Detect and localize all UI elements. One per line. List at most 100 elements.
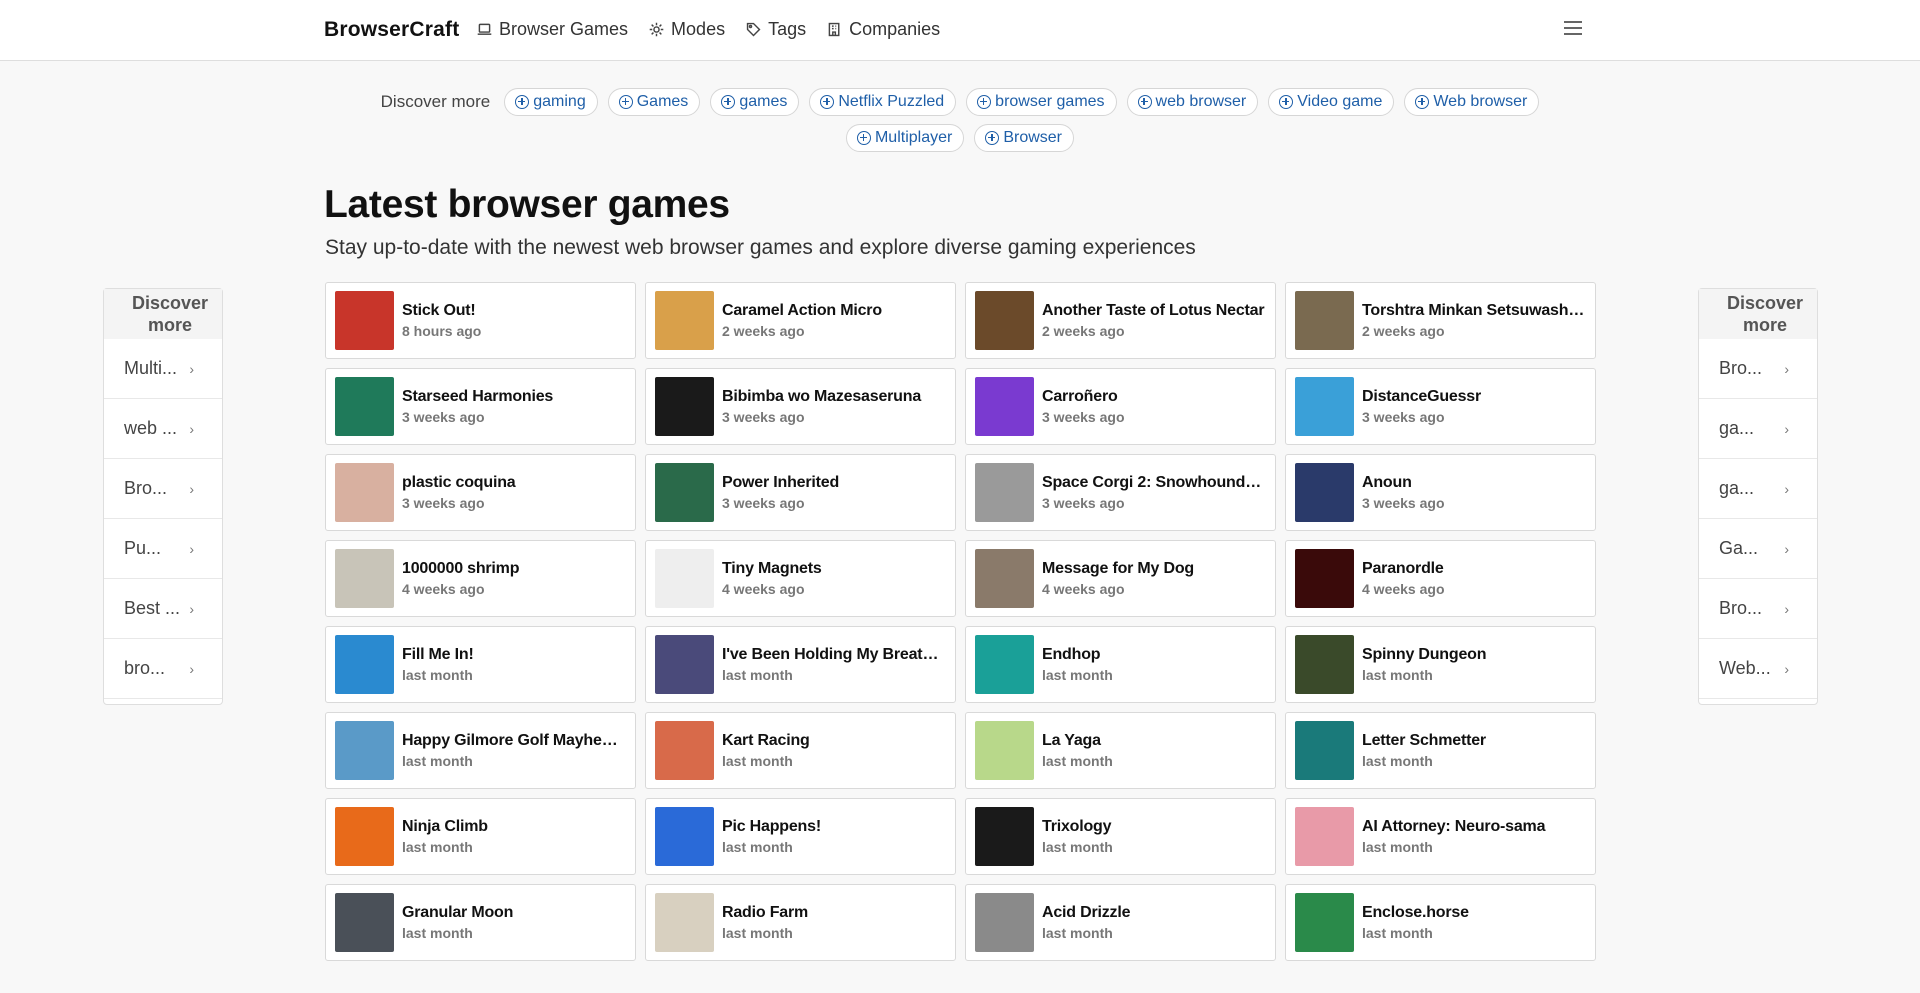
discover-chip[interactable]: web browser xyxy=(1126,88,1259,116)
game-thumbnail xyxy=(975,893,1034,952)
game-thumbnail xyxy=(1295,721,1354,780)
game-card[interactable]: Endhop last month xyxy=(965,626,1276,703)
game-info: Power Inherited 3 weeks ago xyxy=(722,474,955,511)
game-card[interactable]: Spinny Dungeon last month xyxy=(1285,626,1596,703)
discover-chip[interactable]: gaming xyxy=(504,88,598,116)
game-thumbnail xyxy=(655,291,714,350)
game-info: Letter Schmetter last month xyxy=(1362,732,1595,769)
game-thumbnail xyxy=(655,377,714,436)
game-title: plastic coquina xyxy=(402,474,516,491)
game-card[interactable]: Power Inherited 3 weeks ago xyxy=(645,454,956,531)
building-icon xyxy=(828,22,840,37)
brand-logo[interactable]: BrowserCraft xyxy=(324,18,459,42)
game-card[interactable]: Bibimba wo Mazesaseruna 3 weeks ago xyxy=(645,368,956,445)
chevron-right-icon: › xyxy=(1784,660,1789,677)
game-info: Carroñero 3 weeks ago xyxy=(1042,388,1275,425)
game-card[interactable]: Acid Drizzle last month xyxy=(965,884,1276,961)
game-title: Bibimba wo Mazesaseruna xyxy=(722,388,922,405)
discover-chip[interactable]: Video game xyxy=(1268,88,1395,116)
game-card[interactable]: Carroñero 3 weeks ago xyxy=(965,368,1276,445)
game-title: I've Been Holding My Breath S… xyxy=(722,646,945,663)
side-title: Discover more xyxy=(104,289,222,339)
game-time: last month xyxy=(722,925,793,941)
game-info: Acid Drizzle last month xyxy=(1042,904,1275,941)
game-title: Granular Moon xyxy=(402,904,514,921)
game-card[interactable]: Granular Moon last month xyxy=(325,884,636,961)
side-link[interactable]: Pu... › xyxy=(104,519,222,579)
side-discover-right: Discover more Bro... › ga... › ga... › Ga... › B… xyxy=(1698,288,1818,705)
game-card[interactable]: Caramel Action Micro 2 weeks ago xyxy=(645,282,956,359)
nav-tags[interactable]: Tags xyxy=(745,19,806,40)
chevron-right-icon: › xyxy=(189,360,194,377)
discover-chip[interactable]: Browser xyxy=(974,124,1075,152)
game-thumbnail xyxy=(655,807,714,866)
side-link[interactable]: Multi... › xyxy=(104,339,222,399)
game-time: last month xyxy=(1042,667,1113,683)
game-time: 2 weeks ago xyxy=(1042,323,1125,339)
side-link[interactable]: web ... › xyxy=(104,399,222,459)
hamburger-menu-icon[interactable] xyxy=(1564,21,1582,39)
game-card[interactable]: Paranordle 4 weeks ago xyxy=(1285,540,1596,617)
game-info: Starseed Harmonies 3 weeks ago xyxy=(402,388,635,425)
game-card[interactable]: Enclose.horse last month xyxy=(1285,884,1596,961)
side-link[interactable]: bro... › xyxy=(104,639,222,699)
game-card[interactable]: La Yaga last month xyxy=(965,712,1276,789)
game-card[interactable]: Ninja Climb last month xyxy=(325,798,636,875)
side-link[interactable]: Bro... › xyxy=(1699,339,1817,399)
game-card[interactable]: Happy Gilmore Golf Mayhem ‘… last month xyxy=(325,712,636,789)
game-card[interactable]: Radio Farm last month xyxy=(645,884,956,961)
discover-chip[interactable]: games xyxy=(710,88,800,116)
game-card[interactable]: Message for My Dog 4 weeks ago xyxy=(965,540,1276,617)
game-card[interactable]: plastic coquina 3 weeks ago xyxy=(325,454,636,531)
game-title: AI Attorney: Neuro-sama xyxy=(1362,818,1546,835)
chip-label: Multiplayer xyxy=(874,129,953,146)
game-thumbnail xyxy=(975,635,1034,694)
discover-chip[interactable]: Netflix Puzzled xyxy=(809,88,957,116)
game-card[interactable]: Another Taste of Lotus Nectar 2 weeks ago xyxy=(965,282,1276,359)
game-card[interactable]: DistanceGuessr 3 weeks ago xyxy=(1285,368,1596,445)
game-card[interactable]: 1000000 shrimp 4 weeks ago xyxy=(325,540,636,617)
nav-companies[interactable]: Companies xyxy=(826,19,940,40)
game-card[interactable]: Anoun 3 weeks ago xyxy=(1285,454,1596,531)
game-thumbnail xyxy=(655,721,714,780)
discover-chip[interactable]: Games xyxy=(607,88,701,116)
game-card[interactable]: Trixology last month xyxy=(965,798,1276,875)
game-time: 3 weeks ago xyxy=(1362,409,1445,425)
game-time: last month xyxy=(1362,839,1433,855)
game-info: I've Been Holding My Breath S… last month xyxy=(722,646,955,683)
nav-browser-games[interactable]: Browser Games xyxy=(476,19,628,40)
nav-modes[interactable]: Modes xyxy=(648,19,725,40)
side-link[interactable]: Best ... › xyxy=(104,579,222,639)
side-link[interactable]: Web... › xyxy=(1699,639,1817,699)
game-info: Pic Happens! last month xyxy=(722,818,955,855)
laptop-icon xyxy=(477,23,492,35)
game-card[interactable]: Fill Me In! last month xyxy=(325,626,636,703)
game-card[interactable]: AI Attorney: Neuro-sama last month xyxy=(1285,798,1596,875)
side-link[interactable]: Ga... › xyxy=(1699,519,1817,579)
game-card[interactable]: Space Corgi 2: Snowhound Pr… 3 weeks ago xyxy=(965,454,1276,531)
game-card[interactable]: Kart Racing last month xyxy=(645,712,956,789)
discover-chip[interactable]: Web browser xyxy=(1404,88,1540,116)
game-title: Spinny Dungeon xyxy=(1362,646,1487,663)
top-navbar: BrowserCraft Browser Games Modes Tags Co… xyxy=(0,0,1920,61)
game-card[interactable]: I've Been Holding My Breath S… last month xyxy=(645,626,956,703)
game-card[interactable]: Starseed Harmonies 3 weeks ago xyxy=(325,368,636,445)
side-link[interactable]: ga... › xyxy=(1699,399,1817,459)
discover-chip[interactable]: Multiplayer xyxy=(845,124,965,152)
game-card[interactable]: Pic Happens! last month xyxy=(645,798,956,875)
game-title: La Yaga xyxy=(1042,732,1101,749)
game-info: AI Attorney: Neuro-sama last month xyxy=(1362,818,1595,855)
discover-chip[interactable]: browser games xyxy=(966,88,1117,116)
game-card[interactable]: Tiny Magnets 4 weeks ago xyxy=(645,540,956,617)
chip-label: web browser xyxy=(1155,93,1247,110)
side-link[interactable]: Bro... › xyxy=(104,459,222,519)
side-link[interactable]: Bro... › xyxy=(1699,579,1817,639)
game-card[interactable]: Stick Out! 8 hours ago xyxy=(325,282,636,359)
game-card[interactable]: Letter Schmetter last month xyxy=(1285,712,1596,789)
game-time: last month xyxy=(402,925,473,941)
game-info: Another Taste of Lotus Nectar 2 weeks ago xyxy=(1042,302,1275,339)
side-link[interactable]: ga... › xyxy=(1699,459,1817,519)
game-time: last month xyxy=(402,753,473,769)
game-thumbnail xyxy=(975,721,1034,780)
game-card[interactable]: Torshtra Minkan Setsuwashu… 2 weeks ago xyxy=(1285,282,1596,359)
